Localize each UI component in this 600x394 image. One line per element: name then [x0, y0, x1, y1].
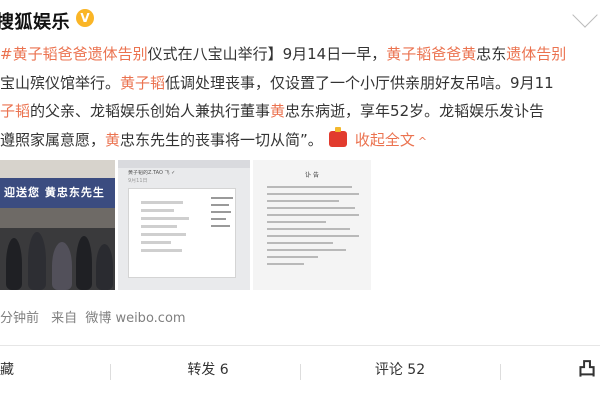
- highlighted-keyword[interactable]: 黄子韬: [120, 74, 165, 92]
- post-text-segment: 低调处理丧事，仅设置了一个小厅供亲朋好友吊唁。9月11: [165, 73, 554, 92]
- screenshot-date: 9月11日: [128, 178, 148, 184]
- document-title: 讣 告: [305, 172, 319, 179]
- action-separator: [300, 364, 301, 380]
- like-button[interactable]: 凸: [578, 346, 600, 394]
- highlighted-keyword[interactable]: 遗体告别: [506, 45, 566, 63]
- highlighted-keyword[interactable]: 子韬: [0, 102, 30, 120]
- card-side-text: [211, 197, 233, 232]
- post-source[interactable]: 微博 weibo.com: [85, 311, 185, 326]
- favorite-button[interactable]: 藏: [0, 346, 60, 394]
- post-header: 搜狐娱乐 V: [0, 0, 600, 40]
- action-separator: [110, 364, 111, 380]
- highlighted-keyword[interactable]: 黄: [105, 131, 120, 149]
- post-meta: 分钟前 来自 微博 weibo.com: [0, 307, 186, 326]
- author-name[interactable]: 搜狐娱乐: [0, 8, 70, 34]
- post-time[interactable]: 分钟前: [0, 311, 39, 326]
- post-text-segment: 宝山殡仪馆举行。: [0, 73, 121, 92]
- post-line-1: #黄子韬爸爸遗体告别仪式在八宝山举行】9月14日一早，黄子韬爸爸黄忠东遗体告别: [0, 40, 600, 69]
- post-text-segment: 仪式在八宝山举行】9月14日一早，: [147, 45, 387, 63]
- funeral-photo[interactable]: 迎送您 黄忠东先生: [0, 160, 115, 290]
- photo-banner-text: 迎送您 黄忠东先生: [0, 178, 115, 208]
- comment-button[interactable]: 评论 52: [350, 346, 450, 394]
- card-text-lines: [141, 201, 201, 257]
- highlighted-keyword[interactable]: #黄子韬爸爸遗体告别: [0, 45, 148, 63]
- highlighted-keyword[interactable]: 黄: [270, 102, 285, 120]
- person-figure: [6, 238, 22, 290]
- post-line-3: 子韬的父亲、龙韬娱乐创始人兼执行董事黄忠东病逝，享年52岁。龙韬娱乐发讣告: [0, 97, 600, 126]
- person-figure: [76, 236, 92, 290]
- person-figure: [96, 244, 113, 290]
- chevron-up-icon[interactable]: ^: [418, 135, 427, 148]
- person-figure: [52, 242, 72, 290]
- post-text-segment: 忠东: [476, 45, 507, 63]
- action-bar: 藏 转发 6 评论 52 凸: [0, 346, 600, 394]
- post-text-segment: 遵照家属意愿，: [0, 130, 106, 149]
- post-text: #黄子韬爸爸遗体告别仪式在八宝山举行】9月14日一早，黄子韬爸爸黄忠东遗体告别 …: [0, 40, 600, 154]
- post-line-4: 遵照家属意愿，黄忠东先生的丧事将一切从简”。 收起全文 ^: [0, 126, 600, 155]
- document-text-lines: [267, 186, 359, 270]
- verified-badge-icon: V: [76, 9, 94, 27]
- post-text-segment: 忠东病逝，享年52岁。龙韬娱乐发讣告: [285, 102, 545, 120]
- source-prefix: 来自: [51, 311, 78, 326]
- collapse-text-link[interactable]: 收起全文: [355, 131, 415, 149]
- highlighted-keyword[interactable]: 黄子韬爸爸黄: [386, 45, 476, 63]
- red-envelope-icon: [328, 126, 347, 147]
- post-line-2: 宝山殡仪馆举行。黄子韬低调处理丧事，仅设置了一个小厅供亲朋好友吊唁。9月11: [0, 69, 600, 98]
- image-grid: 迎送您 黄忠东先生 黄子韬的Z.TAO 飞 ✓ 9月11日 讣 告: [0, 160, 600, 290]
- repost-button[interactable]: 转发 6: [158, 346, 258, 394]
- chevron-down-icon[interactable]: [572, 2, 598, 28]
- action-separator: [500, 364, 501, 380]
- weibo-screenshot[interactable]: 黄子韬的Z.TAO 飞 ✓ 9月11日: [118, 160, 250, 290]
- post-text-segment: 忠东先生的丧事将一切从简”。: [120, 130, 323, 149]
- person-figure: [28, 232, 46, 290]
- post-text-segment: 的父亲、龙韬娱乐创始人兼执行董事: [30, 102, 271, 120]
- screenshot-account: 黄子韬的Z.TAO 飞 ✓: [128, 170, 176, 176]
- obituary-document[interactable]: 讣 告: [253, 160, 371, 290]
- phone-status-bar: [118, 160, 250, 168]
- screenshot-card: [128, 188, 236, 278]
